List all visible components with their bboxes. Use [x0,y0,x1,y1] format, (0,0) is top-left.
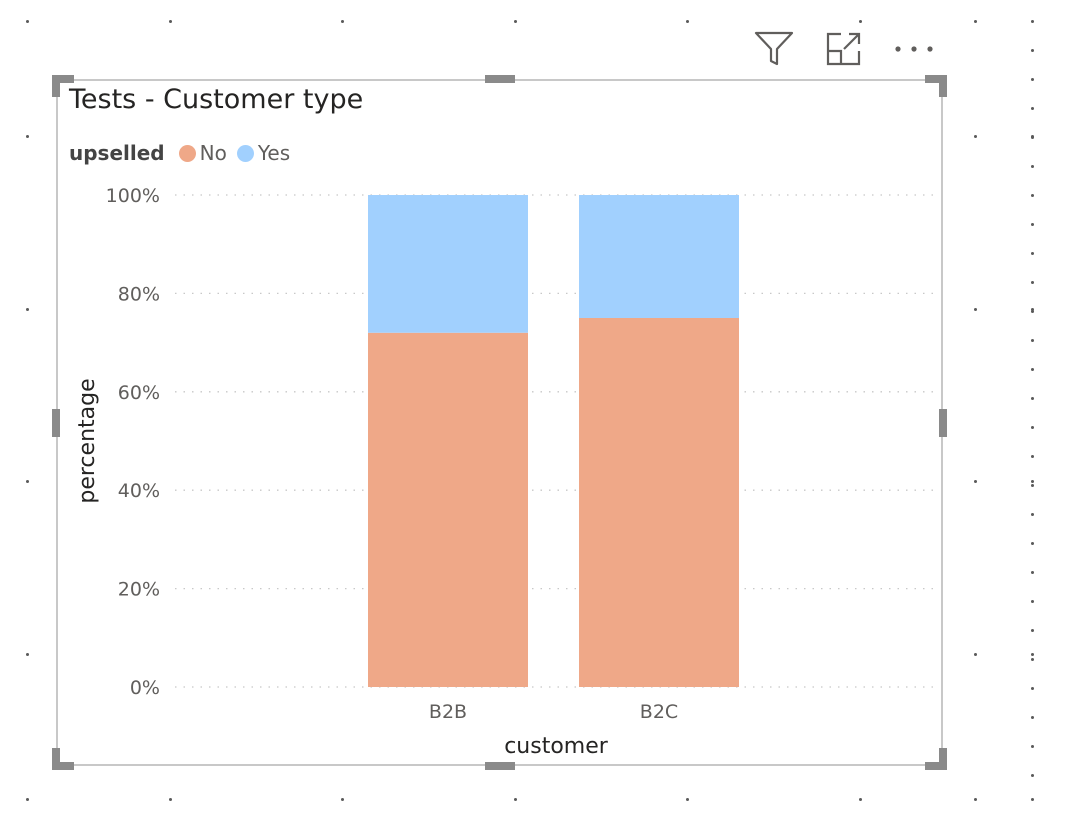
x-tick-label: B2B [429,701,467,723]
y-tick-label: 0% [130,677,160,699]
y-tick-label: 40% [118,480,160,502]
y-tick-label: 20% [118,579,160,601]
chart-plot: 0% 20% 40% 60% 80% 100% B2B B2C customer percenta… [75,185,937,759]
bar-b2c-no[interactable] [579,318,739,687]
y-axis-title: percentage [75,378,100,503]
y-tick-label: 80% [118,283,160,305]
y-tick-label: 100% [106,185,160,207]
bar-b2b-yes[interactable] [368,195,528,333]
x-tick-label: B2C [640,701,678,723]
y-tick-label: 60% [118,382,160,404]
bar-b2c-yes[interactable] [579,195,739,318]
x-axis-title: customer [504,734,609,759]
report-canvas: Tests - Customer type upselled No Yes 0%… [0,0,1073,822]
bar-b2b-no[interactable] [368,332,528,687]
